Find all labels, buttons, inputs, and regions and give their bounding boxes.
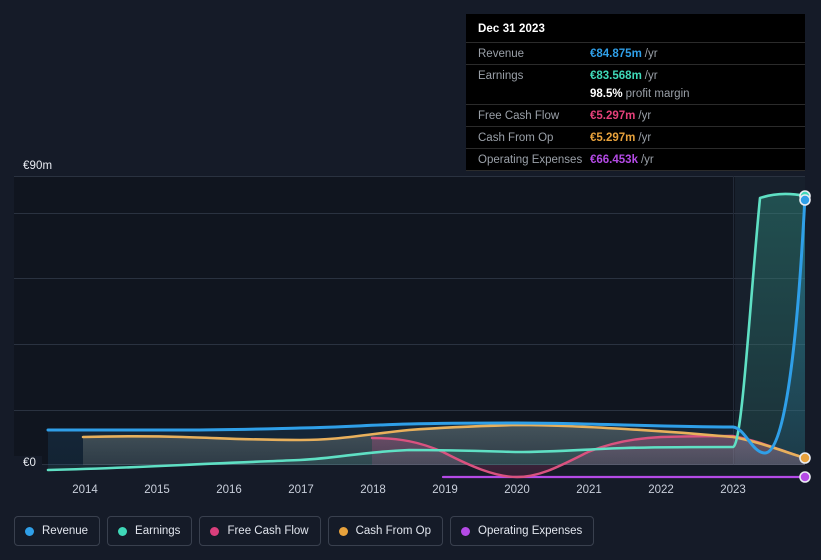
endpoint-operating-expenses bbox=[799, 471, 811, 483]
legend-item-revenue[interactable]: Revenue bbox=[14, 516, 101, 546]
x-axis-tick: 2014 bbox=[72, 484, 98, 496]
x-axis-tick: 2017 bbox=[288, 484, 314, 496]
y-axis-label-top: €90m bbox=[14, 159, 59, 173]
tooltip-row-free-cash-flow: Free Cash Flow €5.297m/yr bbox=[466, 104, 805, 126]
tooltip-value: 98.5% bbox=[590, 87, 623, 100]
x-axis-tick: 2022 bbox=[648, 484, 674, 496]
tooltip-label: Earnings bbox=[478, 69, 524, 82]
tooltip-unit: /yr bbox=[644, 69, 658, 82]
tooltip-label: Operating Expenses bbox=[478, 153, 583, 166]
tooltip-row-profit-margin: 98.5% profit margin bbox=[466, 86, 805, 104]
legend-label: Cash From Op bbox=[355, 525, 432, 537]
tooltip-label: Revenue bbox=[478, 47, 525, 60]
legend-item-operating-expenses[interactable]: Operating Expenses bbox=[450, 516, 595, 546]
legend-item-free-cash-flow[interactable]: Free Cash Flow bbox=[199, 516, 321, 546]
legend-dot-icon bbox=[210, 526, 220, 536]
tooltip-row-revenue: Revenue €84.875m/yr bbox=[466, 42, 805, 64]
x-axis-tick: 2019 bbox=[432, 484, 458, 496]
tooltip-value: €5.297m bbox=[590, 109, 636, 122]
endpoint-revenue bbox=[799, 194, 811, 206]
tooltip-date-title: Dec 31 2023 bbox=[478, 23, 545, 35]
x-axis-tick: 2023 bbox=[720, 484, 746, 496]
legend-dot-icon bbox=[461, 526, 471, 536]
plot-background bbox=[14, 176, 805, 465]
legend-dot-icon bbox=[25, 526, 34, 536]
x-axis-tick: 2021 bbox=[576, 484, 602, 496]
tooltip-label: Free Cash Flow bbox=[478, 109, 560, 122]
tooltip-unit: /yr bbox=[638, 109, 652, 122]
tooltip-row-operating-expenses: Operating Expenses €66.453k/yr bbox=[466, 148, 805, 171]
tooltip-unit: /yr bbox=[644, 47, 658, 60]
legend-label: Operating Expenses bbox=[478, 525, 583, 537]
tooltip-unit: /yr bbox=[638, 131, 652, 144]
tooltip-value: €5.297m bbox=[590, 131, 636, 144]
chart-legend: Revenue Earnings Free Cash Flow Cash Fro… bbox=[14, 516, 595, 546]
tooltip-value: €83.568m bbox=[590, 69, 642, 82]
tooltip-unit: /yr bbox=[640, 153, 654, 166]
data-tooltip: Dec 31 2023 Revenue €84.875m/yr Earnings… bbox=[466, 14, 805, 171]
x-axis-tick: 2020 bbox=[504, 484, 530, 496]
legend-dot-icon bbox=[118, 526, 128, 536]
tooltip-unit: profit margin bbox=[625, 87, 690, 100]
tooltip-value: €66.453k bbox=[590, 153, 638, 166]
x-axis-tick: 2015 bbox=[144, 484, 170, 496]
legend-label: Revenue bbox=[42, 525, 89, 537]
tooltip-label: Cash From Op bbox=[478, 131, 554, 144]
legend-item-cash-from-op[interactable]: Cash From Op bbox=[327, 516, 444, 546]
legend-label: Earnings bbox=[135, 525, 181, 537]
legend-dot-icon bbox=[338, 526, 348, 536]
endpoint-cash-from-op bbox=[799, 452, 811, 464]
x-axis-tick: 2016 bbox=[216, 484, 242, 496]
tooltip-row-cash-from-op: Cash From Op €5.297m/yr bbox=[466, 126, 805, 148]
y-axis-label-bottom: €0 bbox=[14, 456, 42, 470]
legend-label: Free Cash Flow bbox=[227, 525, 309, 537]
tooltip-row-earnings: Earnings €83.568m/yr bbox=[466, 64, 805, 86]
legend-item-earnings[interactable]: Earnings bbox=[107, 516, 193, 546]
tooltip-value: €84.875m bbox=[590, 47, 642, 60]
x-axis-tick: 2018 bbox=[360, 484, 386, 496]
